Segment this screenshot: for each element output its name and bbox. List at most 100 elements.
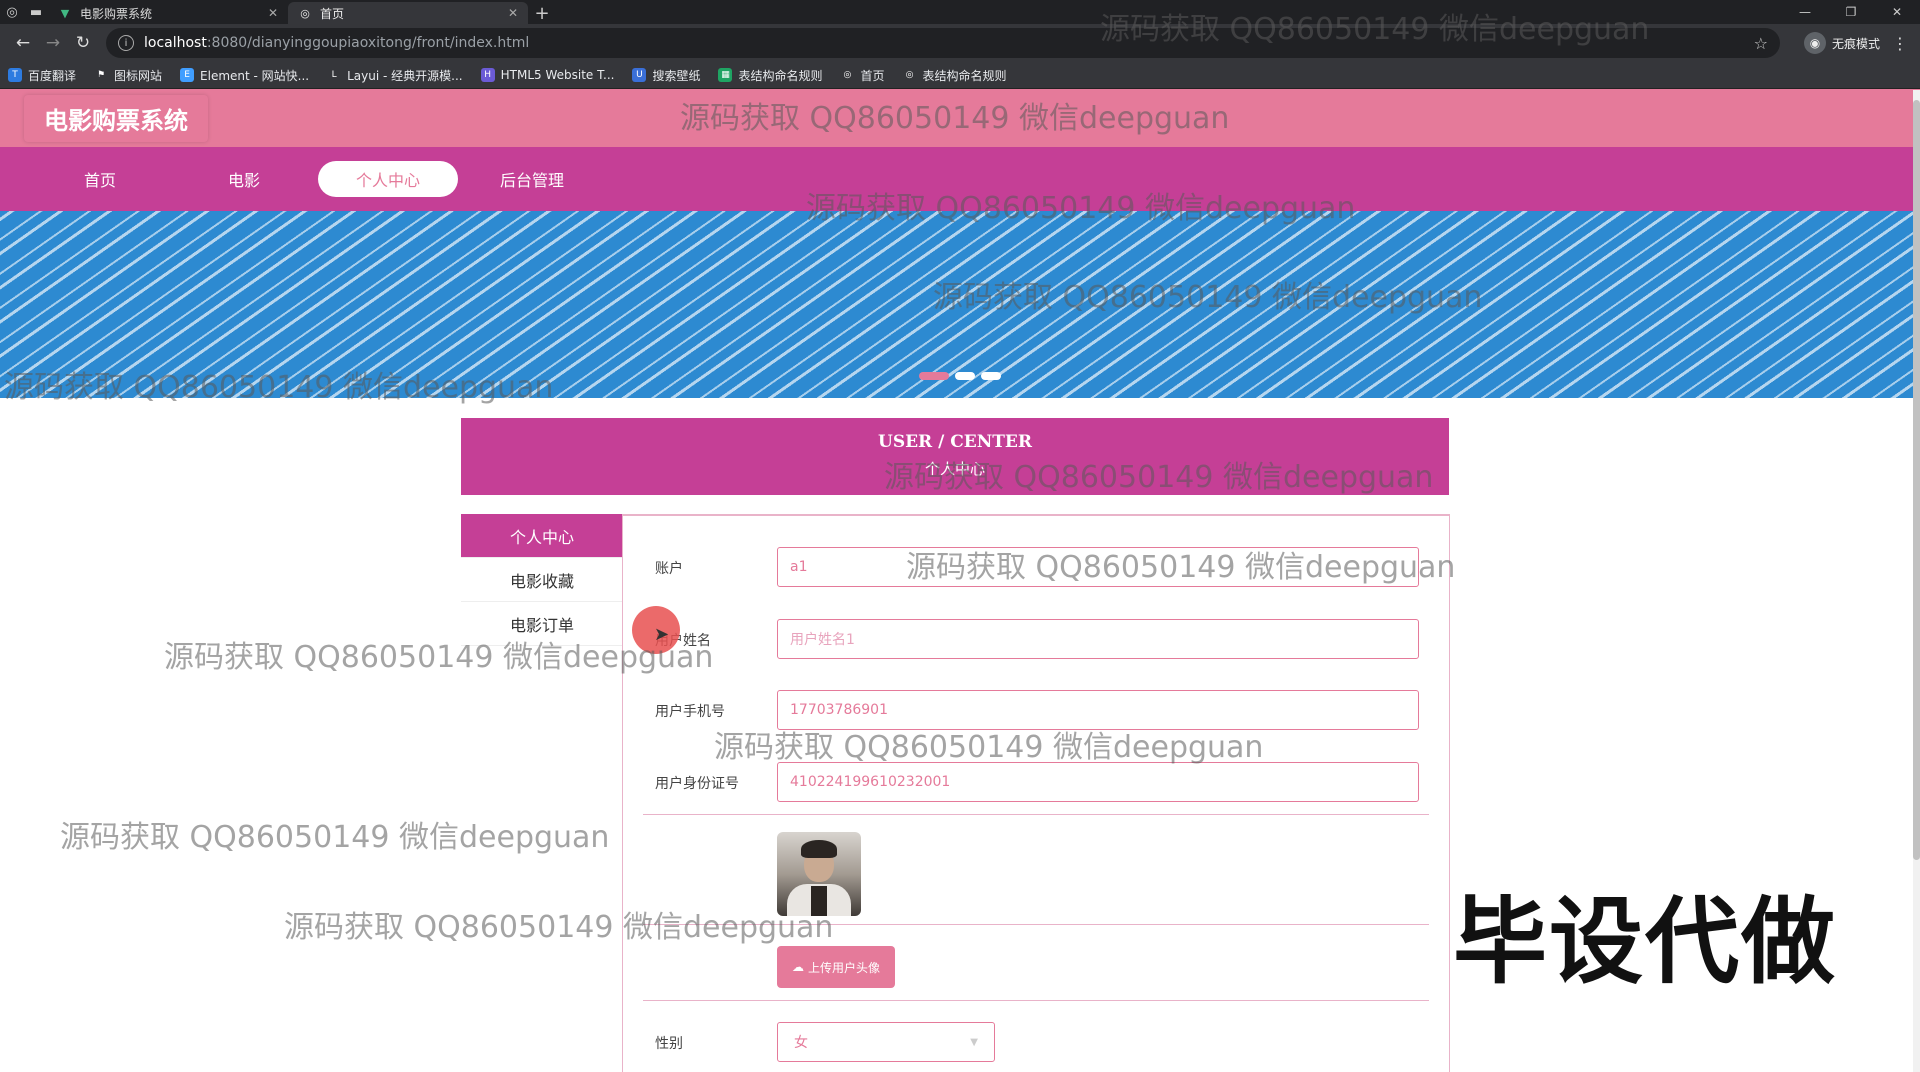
tab-title: 首页 [320,6,345,21]
bookmark-item[interactable]: U 搜索壁纸 [632,67,700,84]
tab-title: 电影购票系统 [80,6,153,21]
browser-menu-icon[interactable]: ◎ [0,0,24,24]
main-nav: 首页 电影 个人中心 后台管理 [0,147,1920,211]
translate-icon: T [8,68,22,82]
scrollbar-thumb[interactable] [1913,100,1920,860]
star-icon[interactable]: ☆ [1754,34,1768,53]
profile-label: 无痕模式 [1831,36,1880,51]
bookmark-label: Layui - 经典开源模... [347,68,463,83]
gender-select[interactable]: 女 ▼ [777,1022,995,1062]
search-wallpaper-icon: U [632,68,647,82]
carousel-dot[interactable] [981,372,1001,380]
user-center-heading: USER / CENTER 个人中心 [461,418,1449,495]
nav-user-center[interactable]: 个人中心 [318,161,458,197]
page-scrollbar[interactable] [1913,90,1920,1072]
browser-tab-bar: ◎ ▬ ▼ 电影购票系统 ✕ ◎ 首页 ✕ + — ❐ ✕ [0,0,1920,24]
browser-tab-2[interactable]: ◎ 首页 ✕ [288,2,528,24]
bookmark-label: 首页 [860,68,885,83]
side-item-user-center[interactable]: 个人中心 [461,514,623,558]
bookmark-label: 图标网站 [114,68,163,83]
user-side-menu: 个人中心 电影收藏 电影订单 [461,514,623,646]
nav-admin[interactable]: 后台管理 [462,161,602,197]
bookmark-item[interactable]: L Layui - 经典开源模... [327,67,463,84]
close-window-icon[interactable]: ✕ [1874,0,1920,24]
bookmark-item[interactable]: ◎ 首页 [840,67,885,84]
carousel-dot[interactable] [955,372,975,380]
forward-icon[interactable]: → [38,28,68,58]
carousel-dot[interactable] [919,372,949,380]
divider [643,924,1429,925]
nav-home[interactable]: 首页 [30,161,170,197]
url-host: localhost [144,35,207,51]
layui-icon: L [331,70,337,80]
url-path: :8080/dianyinggoupiaoxitong/front/index.… [206,35,530,51]
chevron-down-icon: ▼ [970,1036,978,1048]
address-bar: ← → ↻ i localhost :8080/dianyinggoupiaox… [0,24,1920,62]
upload-avatar-button[interactable]: ☁ 上传用户头像 [777,946,895,988]
bookmark-label: HTML5 Website T... [500,68,615,82]
avatar-shirt [811,886,827,916]
banner-carousel[interactable] [0,211,1920,398]
back-icon[interactable]: ← [8,28,38,58]
flag-icon: ⚑ [96,70,106,80]
close-icon[interactable]: ✕ [268,6,278,20]
element-icon: E [180,68,195,82]
bookmark-item[interactable]: T 百度翻译 [8,67,76,84]
bookmark-item[interactable]: H HTML5 Website T... [480,68,615,82]
bookmark-label: 搜索壁纸 [652,68,701,83]
idcard-label: 用户身份证号 [655,776,739,792]
html5-icon: H [480,68,495,82]
restore-icon[interactable]: ❐ [1828,0,1874,24]
bookmarks-bar: T 百度翻译 ⚑ 图标网站 E Element - 网站快... L Layui - 经… [0,62,1920,89]
heading-en: USER / CENTER [878,432,1032,452]
nav-movies[interactable]: 电影 [174,161,314,197]
globe-icon: ◎ [300,6,310,20]
minimize-icon[interactable]: — [1782,0,1828,24]
bookmark-label: Element - 网站快... [200,68,310,83]
new-tab-button[interactable]: + [528,2,556,24]
close-icon[interactable]: ✕ [508,6,518,20]
window-icon[interactable]: ▬ [24,0,48,24]
bookmark-label: 表结构命名规则 [922,68,1007,83]
divider [643,814,1429,815]
side-item-orders[interactable]: 电影订单 [461,602,623,646]
more-menu-icon[interactable]: ⋮ [1888,34,1912,53]
cloud-upload-icon: ☁ [791,960,804,974]
reload-icon[interactable]: ↻ [68,28,98,58]
bookmark-item[interactable]: ▦ 表结构命名规则 [718,67,822,84]
upload-label: 上传用户头像 [807,960,880,975]
mouse-cursor-icon: ➤ [654,624,670,645]
side-item-favorites[interactable]: 电影收藏 [461,558,623,602]
gender-value: 女 [794,1035,808,1051]
incognito-icon: ◉ [1803,32,1826,54]
globe-icon: ◎ [843,70,852,80]
account-field[interactable]: a1 [777,547,1419,587]
user-avatar [777,832,861,916]
name-field[interactable]: 用户姓名1 [777,619,1419,659]
bookmark-item[interactable]: E Element - 网站快... [180,67,309,84]
heading-cn: 个人中心 [924,460,985,478]
site-header: 电影购票系统 [0,89,1920,147]
gender-label: 性别 [655,1036,683,1052]
bookmark-label: 百度翻译 [28,68,77,83]
divider [643,1000,1429,1001]
site-title[interactable]: 电影购票系统 [24,94,208,142]
phone-label: 用户手机号 [655,704,725,720]
idcard-field[interactable]: 410224199610232001 [777,762,1419,802]
bookmark-item[interactable]: ⚑ 图标网站 [94,67,162,84]
watermark: 源码获取 QQ86050149 微信deepguan [60,820,610,855]
browser-tab-1[interactable]: ▼ 电影购票系统 ✕ [48,2,288,24]
bookmark-label: 表结构命名规则 [738,68,823,83]
profile-form: 账户 a1 用户姓名 用户姓名1 用户手机号 17703786901 用户身份证… [622,514,1450,1072]
incognito-profile[interactable]: ◉ 无痕模式 [1796,32,1888,54]
promo-stamp: 毕设代做 [1453,888,1838,997]
carousel-indicators [919,372,1001,380]
account-label: 账户 [655,561,683,577]
vue-icon: ▼ [60,6,70,20]
globe-icon: ◎ [905,70,914,80]
url-input[interactable]: i localhost :8080/dianyinggoupiaoxitong/… [106,28,1780,58]
info-icon[interactable]: i [118,35,134,51]
phone-field[interactable]: 17703786901 [777,690,1419,730]
sheet-icon: ▦ [718,68,733,82]
bookmark-item[interactable]: ◎ 表结构命名规则 [903,67,1007,84]
